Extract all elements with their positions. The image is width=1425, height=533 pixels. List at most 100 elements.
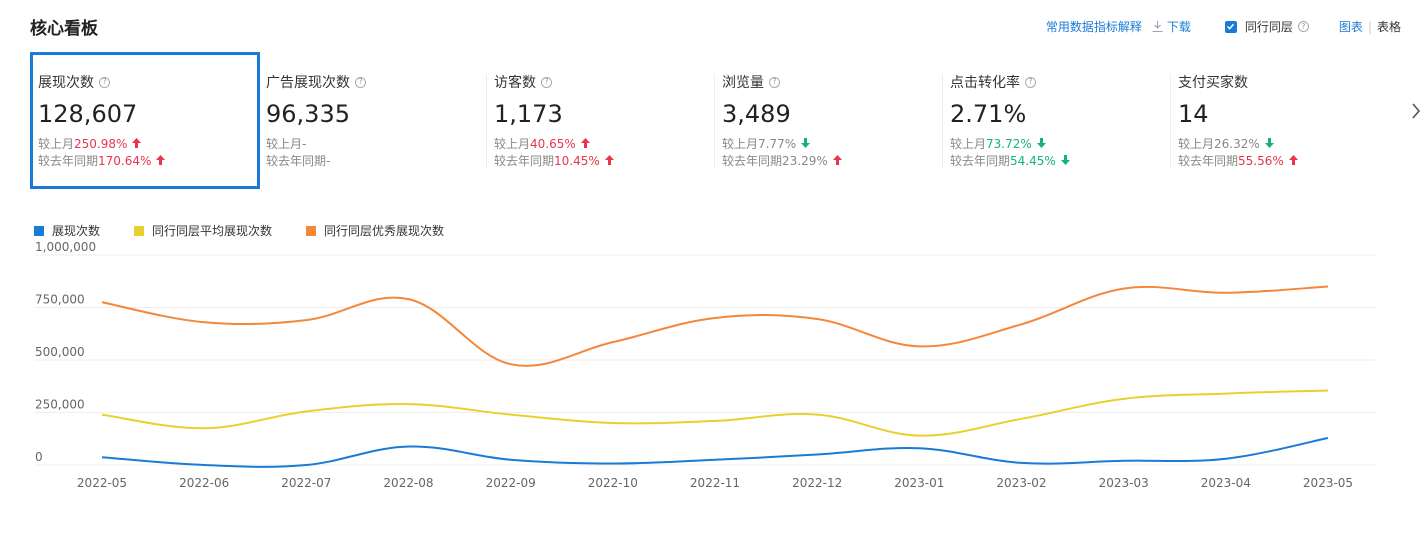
cmp-month: 较上月 40.65% <box>494 136 714 151</box>
series-line <box>101 389 1329 437</box>
cmp-year-value: - <box>326 153 331 168</box>
arrow-up-icon <box>1288 154 1298 168</box>
cmp-year: 较去年同期 55.56% <box>1178 153 1398 168</box>
x-tick-label: 2023-02 <box>996 476 1046 490</box>
metric-card-visitors[interactable]: 访客数? 1,173 较上月 40.65% 较去年同期 10.45% <box>486 52 714 189</box>
help-icon[interactable]: ? <box>1297 21 1309 32</box>
y-tick-label: 250,000 <box>35 398 85 412</box>
metric-card-conversion[interactable]: 点击转化率? 2.71% 较上月 73.72% 较去年同期 54.45% <box>942 52 1170 189</box>
metrics-explain-link[interactable]: 常用数据指标解释 <box>1046 18 1142 35</box>
cmp-month-value: 40.65% <box>530 136 576 151</box>
legend-label: 展现次数 <box>52 224 101 238</box>
x-tick-label: 2022-06 <box>179 476 229 490</box>
legend-item[interactable]: 同行同层平均展现次数 <box>134 222 272 239</box>
cmp-month: 较上月 26.32% <box>1178 136 1398 151</box>
cmp-year-value: 170.64% <box>98 153 152 168</box>
divider <box>942 74 943 168</box>
metric-card-buyers[interactable]: 支付买家数 14 较上月 26.32% 较去年同期 55.56% <box>1170 52 1398 189</box>
metric-value: 14 <box>1178 100 1209 128</box>
metric-name: 广告展现次数 <box>266 75 350 91</box>
cmp-year: 较去年同期 54.45% <box>950 153 1170 168</box>
arrow-up-icon <box>156 154 166 168</box>
help-icon[interactable]: ? <box>99 76 110 88</box>
download-icon <box>1152 21 1163 32</box>
x-tick-label: 2023-01 <box>894 476 944 490</box>
metric-card-ad-impressions[interactable]: 广告展现次数? 96,335 较上月 - 较去年同期 - <box>258 52 486 189</box>
view-table-button[interactable]: 表格 <box>1377 18 1401 35</box>
view-toggle: 图表 | 表格 <box>1339 18 1401 35</box>
cmp-month-value: - <box>302 136 307 151</box>
series-line <box>101 285 1329 367</box>
x-tick-label: 2022-05 <box>77 476 127 490</box>
cmp-month-value: 7.77% <box>758 136 797 151</box>
cmp-month: 较上月 7.77% <box>722 136 942 151</box>
x-tick-label: 2023-03 <box>1099 476 1149 490</box>
chevron-right-icon[interactable] <box>1411 100 1421 124</box>
cmp-month: 较上月 - <box>266 136 307 152</box>
legend-item[interactable]: 同行同层优秀展现次数 <box>306 222 444 239</box>
x-tick-label: 2022-12 <box>792 476 842 490</box>
check-icon <box>1227 23 1235 30</box>
metric-card-pageviews[interactable]: 浏览量? 3,489 较上月 7.77% 较去年同期 23.29% <box>714 52 942 189</box>
x-tick-label: 2022-09 <box>486 476 536 490</box>
chart-legend: 展现次数 同行同层平均展现次数 同行同层优秀展现次数 <box>34 222 478 239</box>
legend-item[interactable]: 展现次数 <box>34 222 100 239</box>
legend-label: 同行同层优秀展现次数 <box>324 224 445 238</box>
metric-name: 访客数 <box>494 75 536 91</box>
peer-label: 同行同层 <box>1244 20 1293 34</box>
peer-checkbox[interactable] <box>1224 20 1237 33</box>
x-tick-label: 2022-11 <box>690 476 740 490</box>
metric-name: 浏览量 <box>722 75 764 91</box>
x-tick-label: 2023-05 <box>1303 476 1353 490</box>
legend-swatch <box>306 225 317 236</box>
help-icon[interactable]: ? <box>1025 76 1036 88</box>
y-tick-label: 750,000 <box>35 293 85 307</box>
divider <box>486 74 487 168</box>
line-chart: 1,000,000 750,000 500,000 250,000 0 2022-05 20… <box>35 240 1375 490</box>
cmp-year-value: 23.29% <box>782 153 828 168</box>
cmp-month-value: 250.98% <box>74 136 128 151</box>
y-tick-label: 0 <box>35 450 43 464</box>
legend-swatch <box>34 225 44 236</box>
cmp-month-value: 73.72% <box>986 136 1032 151</box>
cmp-month-value: 26.32% <box>1214 136 1260 151</box>
view-chart-button[interactable]: 图表 <box>1339 18 1363 35</box>
metric-value: 2.71% <box>950 100 1027 128</box>
cmp-month: 较上月 250.98% <box>38 136 257 151</box>
y-tick-label: 500,000 <box>35 345 85 359</box>
cmp-year: 较去年同期 - <box>266 153 331 169</box>
help-icon[interactable]: ? <box>355 76 366 88</box>
arrow-up-icon <box>132 137 142 151</box>
series-line <box>101 437 1329 468</box>
x-tick-label: 2023-04 <box>1201 476 1251 490</box>
help-icon[interactable]: ? <box>541 76 552 88</box>
peer-toggle[interactable]: 同行同层 ? <box>1224 18 1309 35</box>
divider <box>714 74 715 168</box>
metric-name: 点击转化率 <box>950 75 1020 91</box>
x-tick-label: 2022-10 <box>588 476 638 490</box>
metric-value: 96,335 <box>266 100 350 128</box>
arrow-up-icon <box>832 154 842 168</box>
metric-name: 支付买家数 <box>1178 75 1248 91</box>
help-icon[interactable]: ? <box>769 76 780 88</box>
arrow-down-icon <box>1036 137 1046 151</box>
metric-card-impressions[interactable]: 展现次数? 128,607 较上月 250.98% 较去年同期 170.64% <box>30 52 260 189</box>
metric-cards: 展现次数? 128,607 较上月 250.98% 较去年同期 170.64% 广告… <box>30 52 1400 189</box>
cmp-year: 较去年同期 23.29% <box>722 153 942 168</box>
metric-name: 展现次数 <box>38 75 94 91</box>
legend-swatch <box>134 225 145 236</box>
cmp-year-value: 54.45% <box>1010 153 1056 168</box>
arrow-down-icon <box>1264 137 1274 151</box>
arrow-down-icon <box>801 137 811 151</box>
cmp-year: 较去年同期 170.64% <box>38 153 257 168</box>
cmp-year: 较去年同期 10.45% <box>494 153 714 168</box>
download-label: 下载 <box>1166 20 1191 34</box>
cmp-year-value: 55.56% <box>1238 153 1284 168</box>
page-title: 核心看板 <box>30 19 98 39</box>
download-button[interactable]: 下载 <box>1152 18 1191 35</box>
arrow-down-icon <box>1060 154 1070 168</box>
top-actions: 常用数据指标解释 下载 同行同层 ? 图表 | 表格 <box>1046 18 1401 35</box>
metric-value: 128,607 <box>38 100 138 128</box>
x-tick-label: 2022-07 <box>281 476 331 490</box>
y-tick-label: 1,000,000 <box>35 240 96 254</box>
